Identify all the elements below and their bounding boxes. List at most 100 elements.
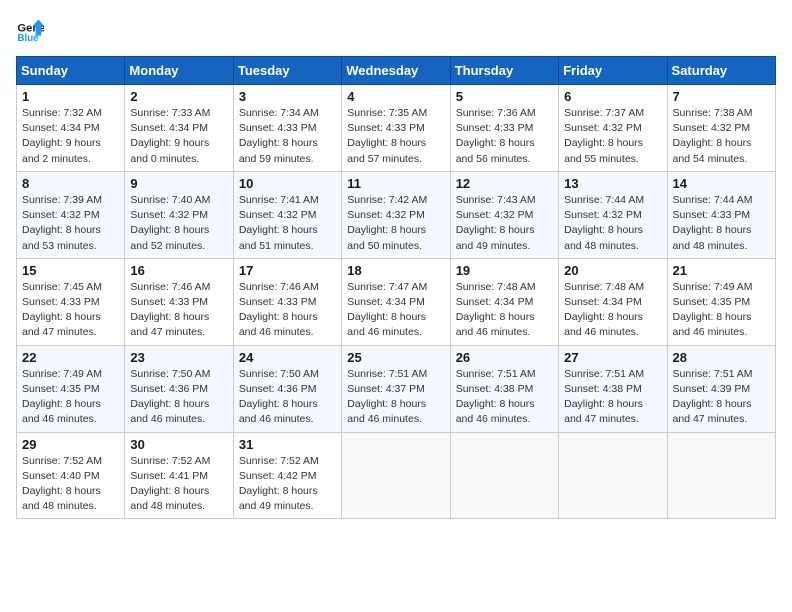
- calendar-cell: 20 Sunrise: 7:48 AM Sunset: 4:34 PM Dayl…: [559, 258, 667, 345]
- day-info: Sunrise: 7:42 AM Sunset: 4:32 PM Dayligh…: [347, 193, 444, 254]
- calendar-week-row: 15 Sunrise: 7:45 AM Sunset: 4:33 PM Dayl…: [17, 258, 776, 345]
- calendar-cell: [342, 432, 450, 519]
- day-number: 28: [673, 350, 770, 365]
- calendar-cell: [559, 432, 667, 519]
- calendar-header-row: SundayMondayTuesdayWednesdayThursdayFrid…: [17, 57, 776, 85]
- calendar-cell: 6 Sunrise: 7:37 AM Sunset: 4:32 PM Dayli…: [559, 85, 667, 172]
- day-number: 8: [22, 176, 119, 191]
- weekday-header: Friday: [559, 57, 667, 85]
- day-number: 10: [239, 176, 336, 191]
- calendar-cell: 10 Sunrise: 7:41 AM Sunset: 4:32 PM Dayl…: [233, 171, 341, 258]
- day-info: Sunrise: 7:37 AM Sunset: 4:32 PM Dayligh…: [564, 106, 661, 167]
- weekday-header: Tuesday: [233, 57, 341, 85]
- day-number: 14: [673, 176, 770, 191]
- day-info: Sunrise: 7:48 AM Sunset: 4:34 PM Dayligh…: [456, 280, 553, 341]
- day-number: 5: [456, 89, 553, 104]
- logo: General Blue: [16, 16, 48, 44]
- day-info: Sunrise: 7:51 AM Sunset: 4:38 PM Dayligh…: [564, 367, 661, 428]
- calendar-cell: 5 Sunrise: 7:36 AM Sunset: 4:33 PM Dayli…: [450, 85, 558, 172]
- day-info: Sunrise: 7:33 AM Sunset: 4:34 PM Dayligh…: [130, 106, 227, 167]
- day-info: Sunrise: 7:41 AM Sunset: 4:32 PM Dayligh…: [239, 193, 336, 254]
- day-info: Sunrise: 7:49 AM Sunset: 4:35 PM Dayligh…: [22, 367, 119, 428]
- day-number: 29: [22, 437, 119, 452]
- day-info: Sunrise: 7:52 AM Sunset: 4:41 PM Dayligh…: [130, 454, 227, 515]
- day-number: 17: [239, 263, 336, 278]
- day-info: Sunrise: 7:50 AM Sunset: 4:36 PM Dayligh…: [239, 367, 336, 428]
- calendar-cell: 12 Sunrise: 7:43 AM Sunset: 4:32 PM Dayl…: [450, 171, 558, 258]
- calendar-cell: [450, 432, 558, 519]
- logo-icon: General Blue: [16, 16, 44, 44]
- calendar-cell: 13 Sunrise: 7:44 AM Sunset: 4:32 PM Dayl…: [559, 171, 667, 258]
- day-number: 12: [456, 176, 553, 191]
- calendar-cell: 26 Sunrise: 7:51 AM Sunset: 4:38 PM Dayl…: [450, 345, 558, 432]
- day-number: 3: [239, 89, 336, 104]
- day-info: Sunrise: 7:44 AM Sunset: 4:32 PM Dayligh…: [564, 193, 661, 254]
- calendar-cell: 4 Sunrise: 7:35 AM Sunset: 4:33 PM Dayli…: [342, 85, 450, 172]
- day-info: Sunrise: 7:40 AM Sunset: 4:32 PM Dayligh…: [130, 193, 227, 254]
- day-info: Sunrise: 7:52 AM Sunset: 4:40 PM Dayligh…: [22, 454, 119, 515]
- weekday-header: Monday: [125, 57, 233, 85]
- day-info: Sunrise: 7:45 AM Sunset: 4:33 PM Dayligh…: [22, 280, 119, 341]
- weekday-header: Saturday: [667, 57, 775, 85]
- day-number: 31: [239, 437, 336, 452]
- day-number: 7: [673, 89, 770, 104]
- calendar-week-row: 22 Sunrise: 7:49 AM Sunset: 4:35 PM Dayl…: [17, 345, 776, 432]
- calendar-cell: 3 Sunrise: 7:34 AM Sunset: 4:33 PM Dayli…: [233, 85, 341, 172]
- day-number: 1: [22, 89, 119, 104]
- day-info: Sunrise: 7:46 AM Sunset: 4:33 PM Dayligh…: [130, 280, 227, 341]
- day-number: 9: [130, 176, 227, 191]
- calendar-cell: 7 Sunrise: 7:38 AM Sunset: 4:32 PM Dayli…: [667, 85, 775, 172]
- calendar-cell: [667, 432, 775, 519]
- day-number: 26: [456, 350, 553, 365]
- calendar-week-row: 29 Sunrise: 7:52 AM Sunset: 4:40 PM Dayl…: [17, 432, 776, 519]
- day-info: Sunrise: 7:49 AM Sunset: 4:35 PM Dayligh…: [673, 280, 770, 341]
- day-info: Sunrise: 7:51 AM Sunset: 4:39 PM Dayligh…: [673, 367, 770, 428]
- day-info: Sunrise: 7:35 AM Sunset: 4:33 PM Dayligh…: [347, 106, 444, 167]
- day-number: 11: [347, 176, 444, 191]
- calendar-cell: 28 Sunrise: 7:51 AM Sunset: 4:39 PM Dayl…: [667, 345, 775, 432]
- day-number: 2: [130, 89, 227, 104]
- calendar-cell: 14 Sunrise: 7:44 AM Sunset: 4:33 PM Dayl…: [667, 171, 775, 258]
- day-number: 19: [456, 263, 553, 278]
- calendar-cell: 24 Sunrise: 7:50 AM Sunset: 4:36 PM Dayl…: [233, 345, 341, 432]
- calendar-cell: 30 Sunrise: 7:52 AM Sunset: 4:41 PM Dayl…: [125, 432, 233, 519]
- day-info: Sunrise: 7:36 AM Sunset: 4:33 PM Dayligh…: [456, 106, 553, 167]
- day-info: Sunrise: 7:51 AM Sunset: 4:37 PM Dayligh…: [347, 367, 444, 428]
- day-number: 6: [564, 89, 661, 104]
- day-info: Sunrise: 7:43 AM Sunset: 4:32 PM Dayligh…: [456, 193, 553, 254]
- day-info: Sunrise: 7:48 AM Sunset: 4:34 PM Dayligh…: [564, 280, 661, 341]
- day-number: 22: [22, 350, 119, 365]
- day-info: Sunrise: 7:51 AM Sunset: 4:38 PM Dayligh…: [456, 367, 553, 428]
- day-info: Sunrise: 7:50 AM Sunset: 4:36 PM Dayligh…: [130, 367, 227, 428]
- calendar-cell: 16 Sunrise: 7:46 AM Sunset: 4:33 PM Dayl…: [125, 258, 233, 345]
- calendar-cell: 11 Sunrise: 7:42 AM Sunset: 4:32 PM Dayl…: [342, 171, 450, 258]
- day-number: 15: [22, 263, 119, 278]
- calendar-week-row: 1 Sunrise: 7:32 AM Sunset: 4:34 PM Dayli…: [17, 85, 776, 172]
- calendar-cell: 18 Sunrise: 7:47 AM Sunset: 4:34 PM Dayl…: [342, 258, 450, 345]
- calendar-cell: 21 Sunrise: 7:49 AM Sunset: 4:35 PM Dayl…: [667, 258, 775, 345]
- day-info: Sunrise: 7:38 AM Sunset: 4:32 PM Dayligh…: [673, 106, 770, 167]
- calendar-cell: 22 Sunrise: 7:49 AM Sunset: 4:35 PM Dayl…: [17, 345, 125, 432]
- day-number: 13: [564, 176, 661, 191]
- calendar-cell: 17 Sunrise: 7:46 AM Sunset: 4:33 PM Dayl…: [233, 258, 341, 345]
- day-number: 27: [564, 350, 661, 365]
- day-info: Sunrise: 7:39 AM Sunset: 4:32 PM Dayligh…: [22, 193, 119, 254]
- day-number: 18: [347, 263, 444, 278]
- day-info: Sunrise: 7:52 AM Sunset: 4:42 PM Dayligh…: [239, 454, 336, 515]
- day-info: Sunrise: 7:44 AM Sunset: 4:33 PM Dayligh…: [673, 193, 770, 254]
- day-info: Sunrise: 7:32 AM Sunset: 4:34 PM Dayligh…: [22, 106, 119, 167]
- day-number: 16: [130, 263, 227, 278]
- weekday-header: Thursday: [450, 57, 558, 85]
- day-number: 4: [347, 89, 444, 104]
- calendar-cell: 8 Sunrise: 7:39 AM Sunset: 4:32 PM Dayli…: [17, 171, 125, 258]
- calendar-cell: 29 Sunrise: 7:52 AM Sunset: 4:40 PM Dayl…: [17, 432, 125, 519]
- day-info: Sunrise: 7:46 AM Sunset: 4:33 PM Dayligh…: [239, 280, 336, 341]
- calendar-cell: 19 Sunrise: 7:48 AM Sunset: 4:34 PM Dayl…: [450, 258, 558, 345]
- calendar-cell: 9 Sunrise: 7:40 AM Sunset: 4:32 PM Dayli…: [125, 171, 233, 258]
- day-info: Sunrise: 7:47 AM Sunset: 4:34 PM Dayligh…: [347, 280, 444, 341]
- weekday-header: Sunday: [17, 57, 125, 85]
- day-number: 24: [239, 350, 336, 365]
- calendar-cell: 15 Sunrise: 7:45 AM Sunset: 4:33 PM Dayl…: [17, 258, 125, 345]
- day-number: 25: [347, 350, 444, 365]
- calendar-cell: 27 Sunrise: 7:51 AM Sunset: 4:38 PM Dayl…: [559, 345, 667, 432]
